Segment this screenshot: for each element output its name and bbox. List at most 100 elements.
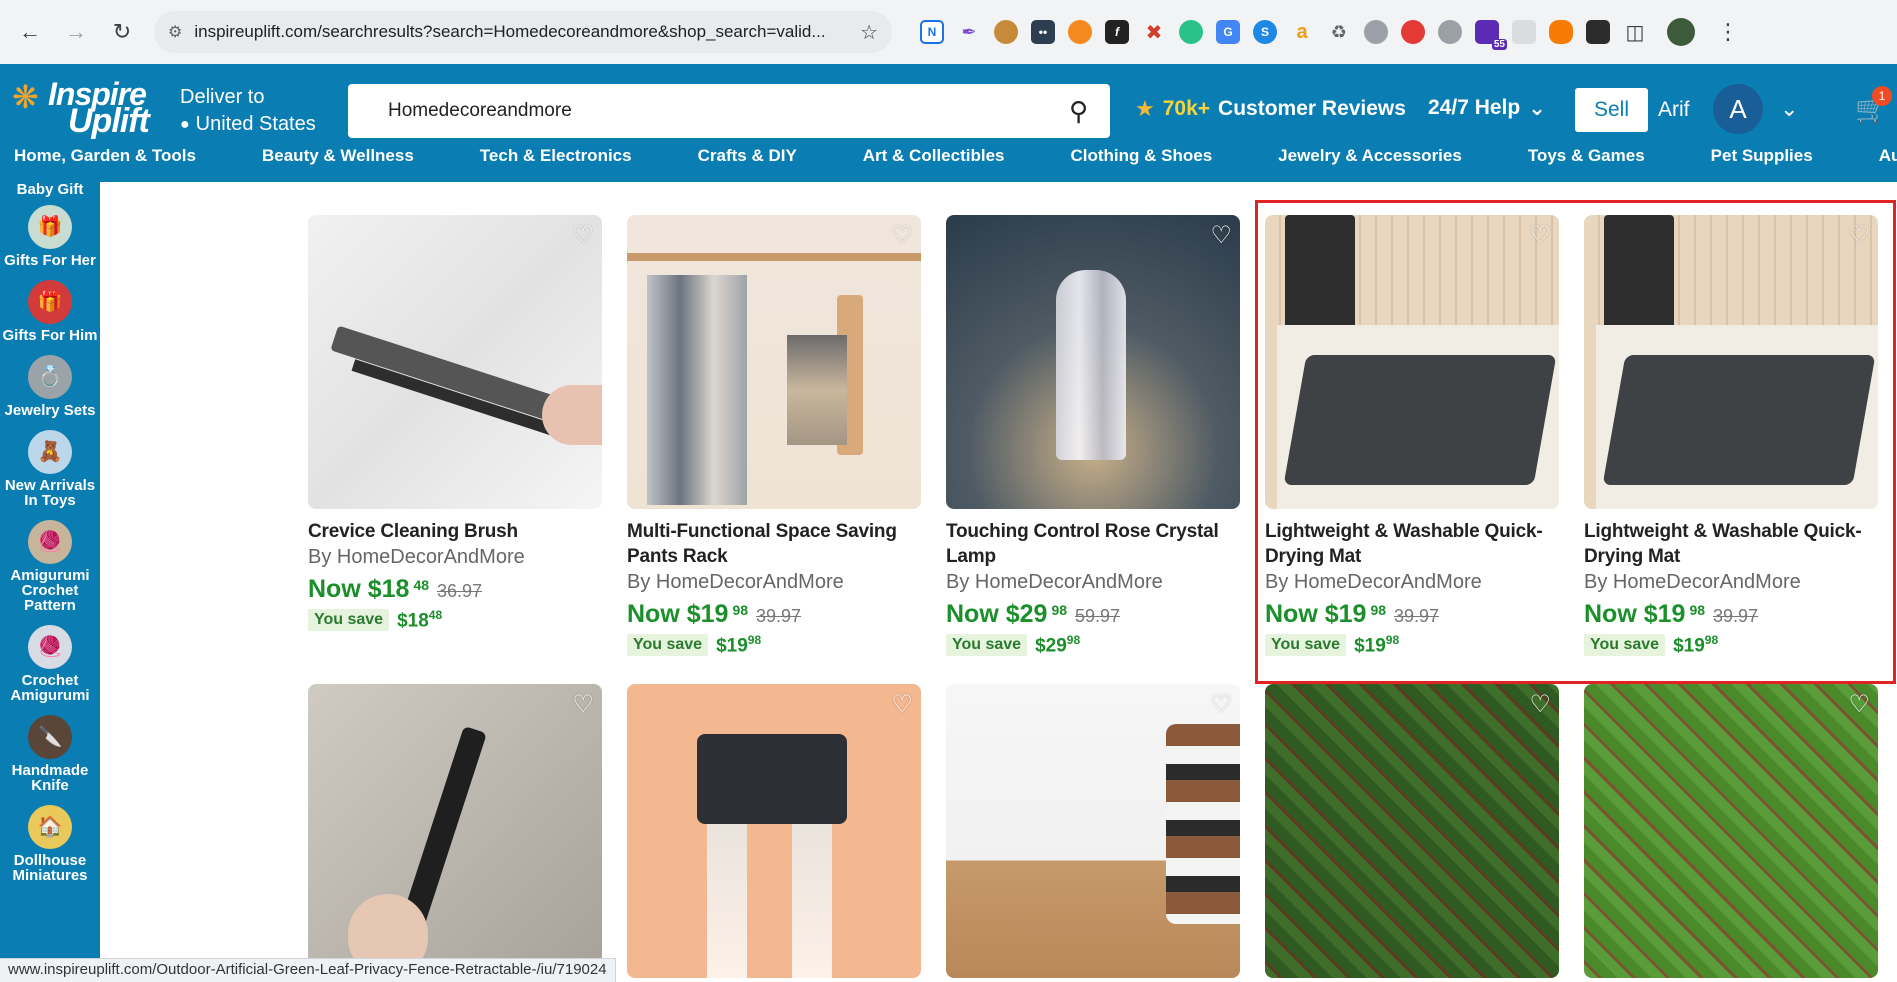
gifts-for-her-thumb: 🎁 [28,205,72,249]
wishlist-heart-icon[interactable]: ♡ [1529,690,1551,719]
x-extension-icon[interactable]: ✖ [1142,20,1166,44]
sidebar-item-amigurumi-crochet[interactable]: 🧶 Amigurumi Crochet Pattern [0,520,100,613]
search-input[interactable] [388,100,1069,122]
product-image[interactable]: ♡ [627,215,921,509]
product-title[interactable]: Multi-Functional Space Saving Pants Rack [627,519,923,569]
location-pin-icon: ● [180,115,190,133]
price-original: 36.97 [437,581,483,601]
circle-extension-icon[interactable] [1179,20,1203,44]
new-arrivals-toys-thumb: 🧸 [28,430,72,474]
product-image[interactable]: ♡ [1265,684,1559,978]
reload-icon[interactable]: ↻ [104,14,140,50]
sidebar-item-jewelry-sets[interactable]: 💍 Jewelry Sets [0,355,100,418]
product-brand[interactable]: By HomeDecorAndMore [946,571,1242,594]
cookie-extension-icon[interactable] [994,20,1018,44]
search-icon[interactable]: ⚲ [1069,96,1088,127]
sidebar-item-new-arrivals-toys[interactable]: 🧸 New Arrivals In Toys [0,430,100,508]
wishlist-heart-icon[interactable]: ♡ [1848,690,1870,719]
site-logo[interactable]: ❋ Inspire Uplift [12,76,162,140]
eye-extension-icon[interactable] [1401,20,1425,44]
category-pet-supplies[interactable]: Pet Supplies [1711,146,1813,166]
product-card[interactable]: ♡ Multi-Functional Space Saving Pants Ra… [627,215,923,657]
avatar[interactable]: A [1713,84,1763,134]
help-menu[interactable]: 24/7 Help ⌄ [1428,96,1546,121]
product-title[interactable]: Crevice Cleaning Brush [308,519,604,544]
wishlist-heart-icon[interactable]: ♡ [891,690,913,719]
sidebar-item-dollhouse-miniatures[interactable]: 🏠 Dollhouse Miniatures [0,805,100,883]
category-beauty-wellness[interactable]: Beauty & Wellness [262,146,414,166]
product-brand[interactable]: By HomeDecorAndMore [627,571,923,594]
customer-reviews[interactable]: ★ 70k+ Customer Reviews [1135,96,1406,122]
product-card[interactable]: ♡ [946,684,1242,978]
category-automotive[interactable]: Automotive [1879,146,1897,166]
amazon-extension-icon[interactable]: a [1290,20,1314,44]
tab-extension-icon[interactable] [1438,20,1462,44]
sidebar-item-crochet-amigurumi[interactable]: 🧶 Crochet Amigurumi [0,625,100,703]
profile-icon[interactable] [1667,18,1695,46]
user-name[interactable]: Arif [1658,98,1690,122]
product-image[interactable]: ♡ [308,215,602,509]
product-card[interactable]: ♡ Touching Control Rose Crystal Lamp By … [946,215,1242,657]
help-label: 24/7 Help [1428,96,1521,119]
product-card[interactable]: ♡ [1265,684,1561,978]
product-image[interactable]: ♡ [308,684,602,978]
url-text[interactable]: inspireuplift.com/searchresults?search=H… [194,22,848,42]
sidebar-item-baby-gift[interactable]: Baby Gift [0,182,100,197]
bookmark-star-icon[interactable]: ☆ [860,20,878,45]
s-extension-icon[interactable]: S [1253,20,1277,44]
category-art-collectibles[interactable]: Art & Collectibles [863,146,1005,166]
sun-extension-icon[interactable] [1068,20,1092,44]
account-chevron-icon[interactable]: ⌄ [1780,96,1798,122]
forward-icon[interactable]: → [58,14,94,50]
product-card[interactable]: ♡ Crevice Cleaning Brush By HomeDecorAnd… [308,215,604,632]
product-image[interactable]: ♡ [946,215,1240,509]
globe-extension-icon[interactable] [1364,20,1388,44]
price-cents: 98 [732,602,749,618]
puzzle-icon[interactable]: ◫ [1623,20,1647,44]
n-extension-icon[interactable]: N [920,20,944,44]
wishlist-heart-icon[interactable]: ♡ [891,221,913,250]
sell-button[interactable]: Sell [1575,88,1648,132]
back-icon[interactable]: ← [12,14,48,50]
category-home-garden-tools[interactable]: Home, Garden & Tools [14,146,196,166]
product-card[interactable]: ♡ [1584,684,1880,978]
product-image[interactable]: ♡ [1584,684,1878,978]
product-price: Now $18 48 36.97 [308,575,604,604]
product-image[interactable]: ♡ [946,684,1240,978]
highlight-box [1255,200,1896,684]
square-extension-icon[interactable] [1512,20,1536,44]
wishlist-heart-icon[interactable]: ♡ [1210,221,1232,250]
wishlist-heart-icon[interactable]: ♡ [572,690,594,719]
site-info-icon[interactable]: ⚙ [168,22,182,42]
fire-extension-icon[interactable] [1549,20,1573,44]
sidebar-item-gifts-for-him[interactable]: 🎁 Gifts For Him [0,280,100,343]
sidebar-item-handmade-knife[interactable]: 🔪 Handmade Knife [0,715,100,793]
recycle-extension-icon[interactable]: ♻ [1327,20,1351,44]
category-toys-games[interactable]: Toys & Games [1528,146,1645,166]
category-jewelry-accessories[interactable]: Jewelry & Accessories [1278,146,1462,166]
deliver-to[interactable]: Deliver to ● United States [180,86,316,136]
sidebar-item-gifts-for-her[interactable]: 🎁 Gifts For Her [0,205,100,268]
translate-extension-icon[interactable]: G [1216,20,1240,44]
wishlist-heart-icon[interactable]: ♡ [1210,690,1232,719]
product-card[interactable]: ♡ [627,684,923,978]
sidebar-item-label: Dollhouse Miniatures [12,852,88,884]
category-clothing-shoes[interactable]: Clothing & Shoes [1070,146,1212,166]
product-brand[interactable]: By HomeDecorAndMore [308,546,604,569]
category-crafts-diy[interactable]: Crafts & DIY [698,146,797,166]
f-extension-icon[interactable]: f [1105,20,1129,44]
wishlist-heart-icon[interactable]: ♡ [572,221,594,250]
grad-extension-icon[interactable]: 55 [1475,20,1507,50]
product-image[interactable]: ♡ [627,684,921,978]
pen-extension-icon[interactable]: ✒ [957,20,981,44]
scale-extension-icon[interactable] [1586,20,1610,44]
menu-dots-icon[interactable]: ⋮ [1717,19,1739,45]
address-bar[interactable]: ⚙ inspireuplift.com/searchresults?search… [154,11,892,53]
product-title[interactable]: Touching Control Rose Crystal Lamp [946,519,1242,569]
terminal-extension-icon[interactable]: •• [1031,20,1055,44]
product-card[interactable]: ♡ [308,684,604,978]
dollhouse-miniatures-thumb: 🏠 [28,805,72,849]
chevron-down-icon: ⌄ [1528,97,1546,120]
category-tech-electronics[interactable]: Tech & Electronics [480,146,632,166]
search-box[interactable]: ⚲ [348,84,1110,138]
